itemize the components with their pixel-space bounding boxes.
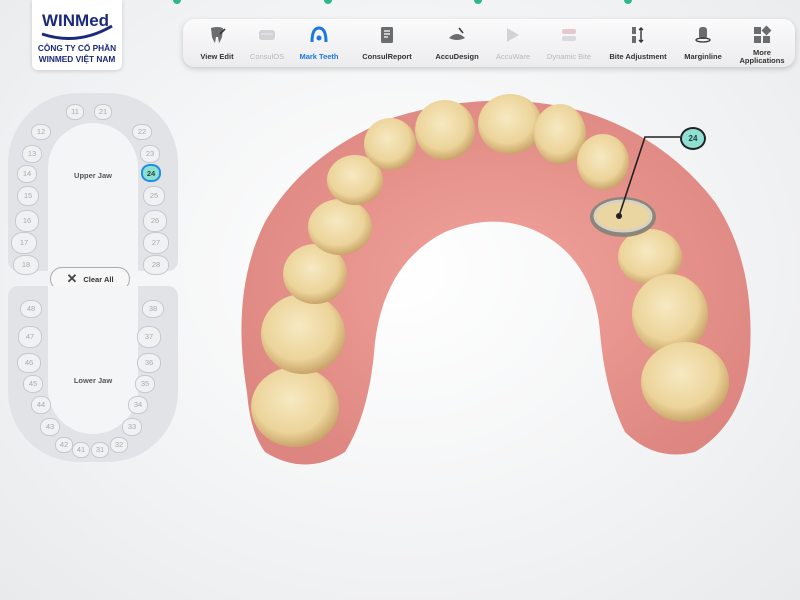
clear-all-label: Clear All [83, 274, 114, 284]
tooth-11-button[interactable]: 11 [66, 104, 84, 120]
accudesign-icon [449, 27, 465, 40]
tool-label: More Applications [739, 48, 785, 65]
tool-label: AccuDesign [435, 52, 479, 61]
tooth-47-button[interactable]: 47 [18, 326, 42, 348]
tooth-37-button[interactable]: 37 [137, 326, 161, 348]
tooth-21-button[interactable]: 21 [94, 104, 112, 120]
logo-line-1: CÔNG TY CỔ PHẦN [37, 43, 117, 53]
main-toolbar: View Edit ConsulOS Mark Teeth ConsulRepo… [183, 19, 795, 67]
tool-accudesign[interactable]: AccuDesign [435, 19, 479, 67]
tooth-41-button[interactable]: 41 [72, 442, 90, 458]
lower-jaw-label: Lower Jaw [73, 376, 113, 385]
dynamic-bite-icon [562, 29, 576, 41]
tooth-callout-badge[interactable]: 24 [680, 127, 706, 150]
tooth-36-button[interactable]: 36 [137, 353, 161, 373]
tool-consulos[interactable]: ConsulOS [250, 19, 284, 67]
tool-label: ConsulReport [362, 52, 412, 61]
tooth-26-button[interactable]: 26 [143, 210, 167, 232]
upper-jaw-label: Upper Jaw [74, 171, 112, 180]
tool-bite-adjustment[interactable]: Bite Adjustment [609, 19, 667, 67]
tooth-15-button[interactable]: 15 [17, 186, 39, 206]
consulos-icon [259, 30, 275, 40]
tooth-18-button[interactable]: 18 [13, 255, 39, 275]
logo-brand-text: WINMed [42, 11, 109, 30]
tool-label: Bite Adjustment [609, 52, 667, 61]
tooth-24-button[interactable]: 24 [141, 164, 161, 182]
tooth-48-button[interactable]: 48 [20, 300, 42, 318]
tooth-46-button[interactable]: 46 [17, 353, 41, 373]
tooth-43-button[interactable]: 43 [40, 418, 60, 436]
tooth-34-button[interactable]: 34 [128, 396, 148, 414]
tooth-32-button[interactable]: 32 [110, 437, 128, 453]
tool-marginline[interactable]: Marginline [684, 19, 722, 67]
tooth-13-button[interactable]: 13 [22, 145, 42, 163]
tool-accuware[interactable]: AccuWare [496, 19, 530, 67]
tooth-17-button[interactable]: 17 [11, 232, 37, 254]
tool-view-edit[interactable]: View Edit [200, 19, 234, 67]
tooth-45-button[interactable]: 45 [23, 375, 43, 393]
tooth-28-button[interactable]: 28 [143, 255, 169, 275]
tooth-35-button[interactable]: 35 [135, 375, 155, 393]
tooth-14-button[interactable]: 14 [17, 165, 37, 183]
logo-line-2: WINMED VIỆT NAM [38, 54, 116, 64]
tooth-27-button[interactable]: 27 [143, 232, 169, 254]
winmed-logo-icon: WINMed [41, 11, 113, 40]
mark-teeth-icon [310, 26, 328, 43]
bite-adjustment-icon [632, 27, 644, 43]
tool-more-applications[interactable]: More Applications [739, 19, 785, 67]
tooth-16-button[interactable]: 16 [15, 210, 39, 232]
tool-label: Marginline [684, 52, 722, 61]
tool-label: AccuWare [495, 52, 531, 61]
tooth-25-button[interactable]: 25 [143, 186, 165, 206]
lower-jaw-inner [48, 286, 138, 434]
tool-label: Mark Teeth [299, 52, 339, 61]
upper-jaw-inner [48, 123, 138, 271]
tooth-38-button[interactable]: 38 [142, 300, 164, 318]
tool-dynamic-bite[interactable]: Dynamic Bite [547, 19, 591, 67]
status-dot [474, 0, 482, 4]
view-edit-icon [211, 27, 226, 43]
marginline-icon [695, 27, 711, 43]
tool-consulreport[interactable]: ConsulReport [362, 19, 412, 67]
tool-mark-teeth[interactable]: Mark Teeth [299, 19, 339, 67]
company-logo: WINMed CÔNG TY CỔ PHẦN WINMED VIỆT NAM [32, 0, 122, 70]
tooth-22-button[interactable]: 22 [132, 124, 152, 140]
tooth-44-button[interactable]: 44 [31, 396, 51, 414]
close-icon: ✕ [66, 271, 78, 286]
status-dot [324, 0, 332, 4]
tooth-42-button[interactable]: 42 [55, 437, 73, 453]
report-icon [381, 27, 393, 43]
grid-icon [754, 25, 772, 43]
status-dot [173, 0, 181, 4]
tooth-31-button[interactable]: 31 [91, 442, 109, 458]
status-dot [624, 0, 632, 4]
tooth-12-button[interactable]: 12 [31, 124, 51, 140]
dental-scan-viewport[interactable] [225, 92, 765, 472]
tooth-23-button[interactable]: 23 [140, 145, 160, 163]
tooth-33-button[interactable]: 33 [122, 418, 142, 436]
tool-label: Dynamic Bite [546, 52, 592, 61]
accuware-icon [507, 28, 519, 42]
